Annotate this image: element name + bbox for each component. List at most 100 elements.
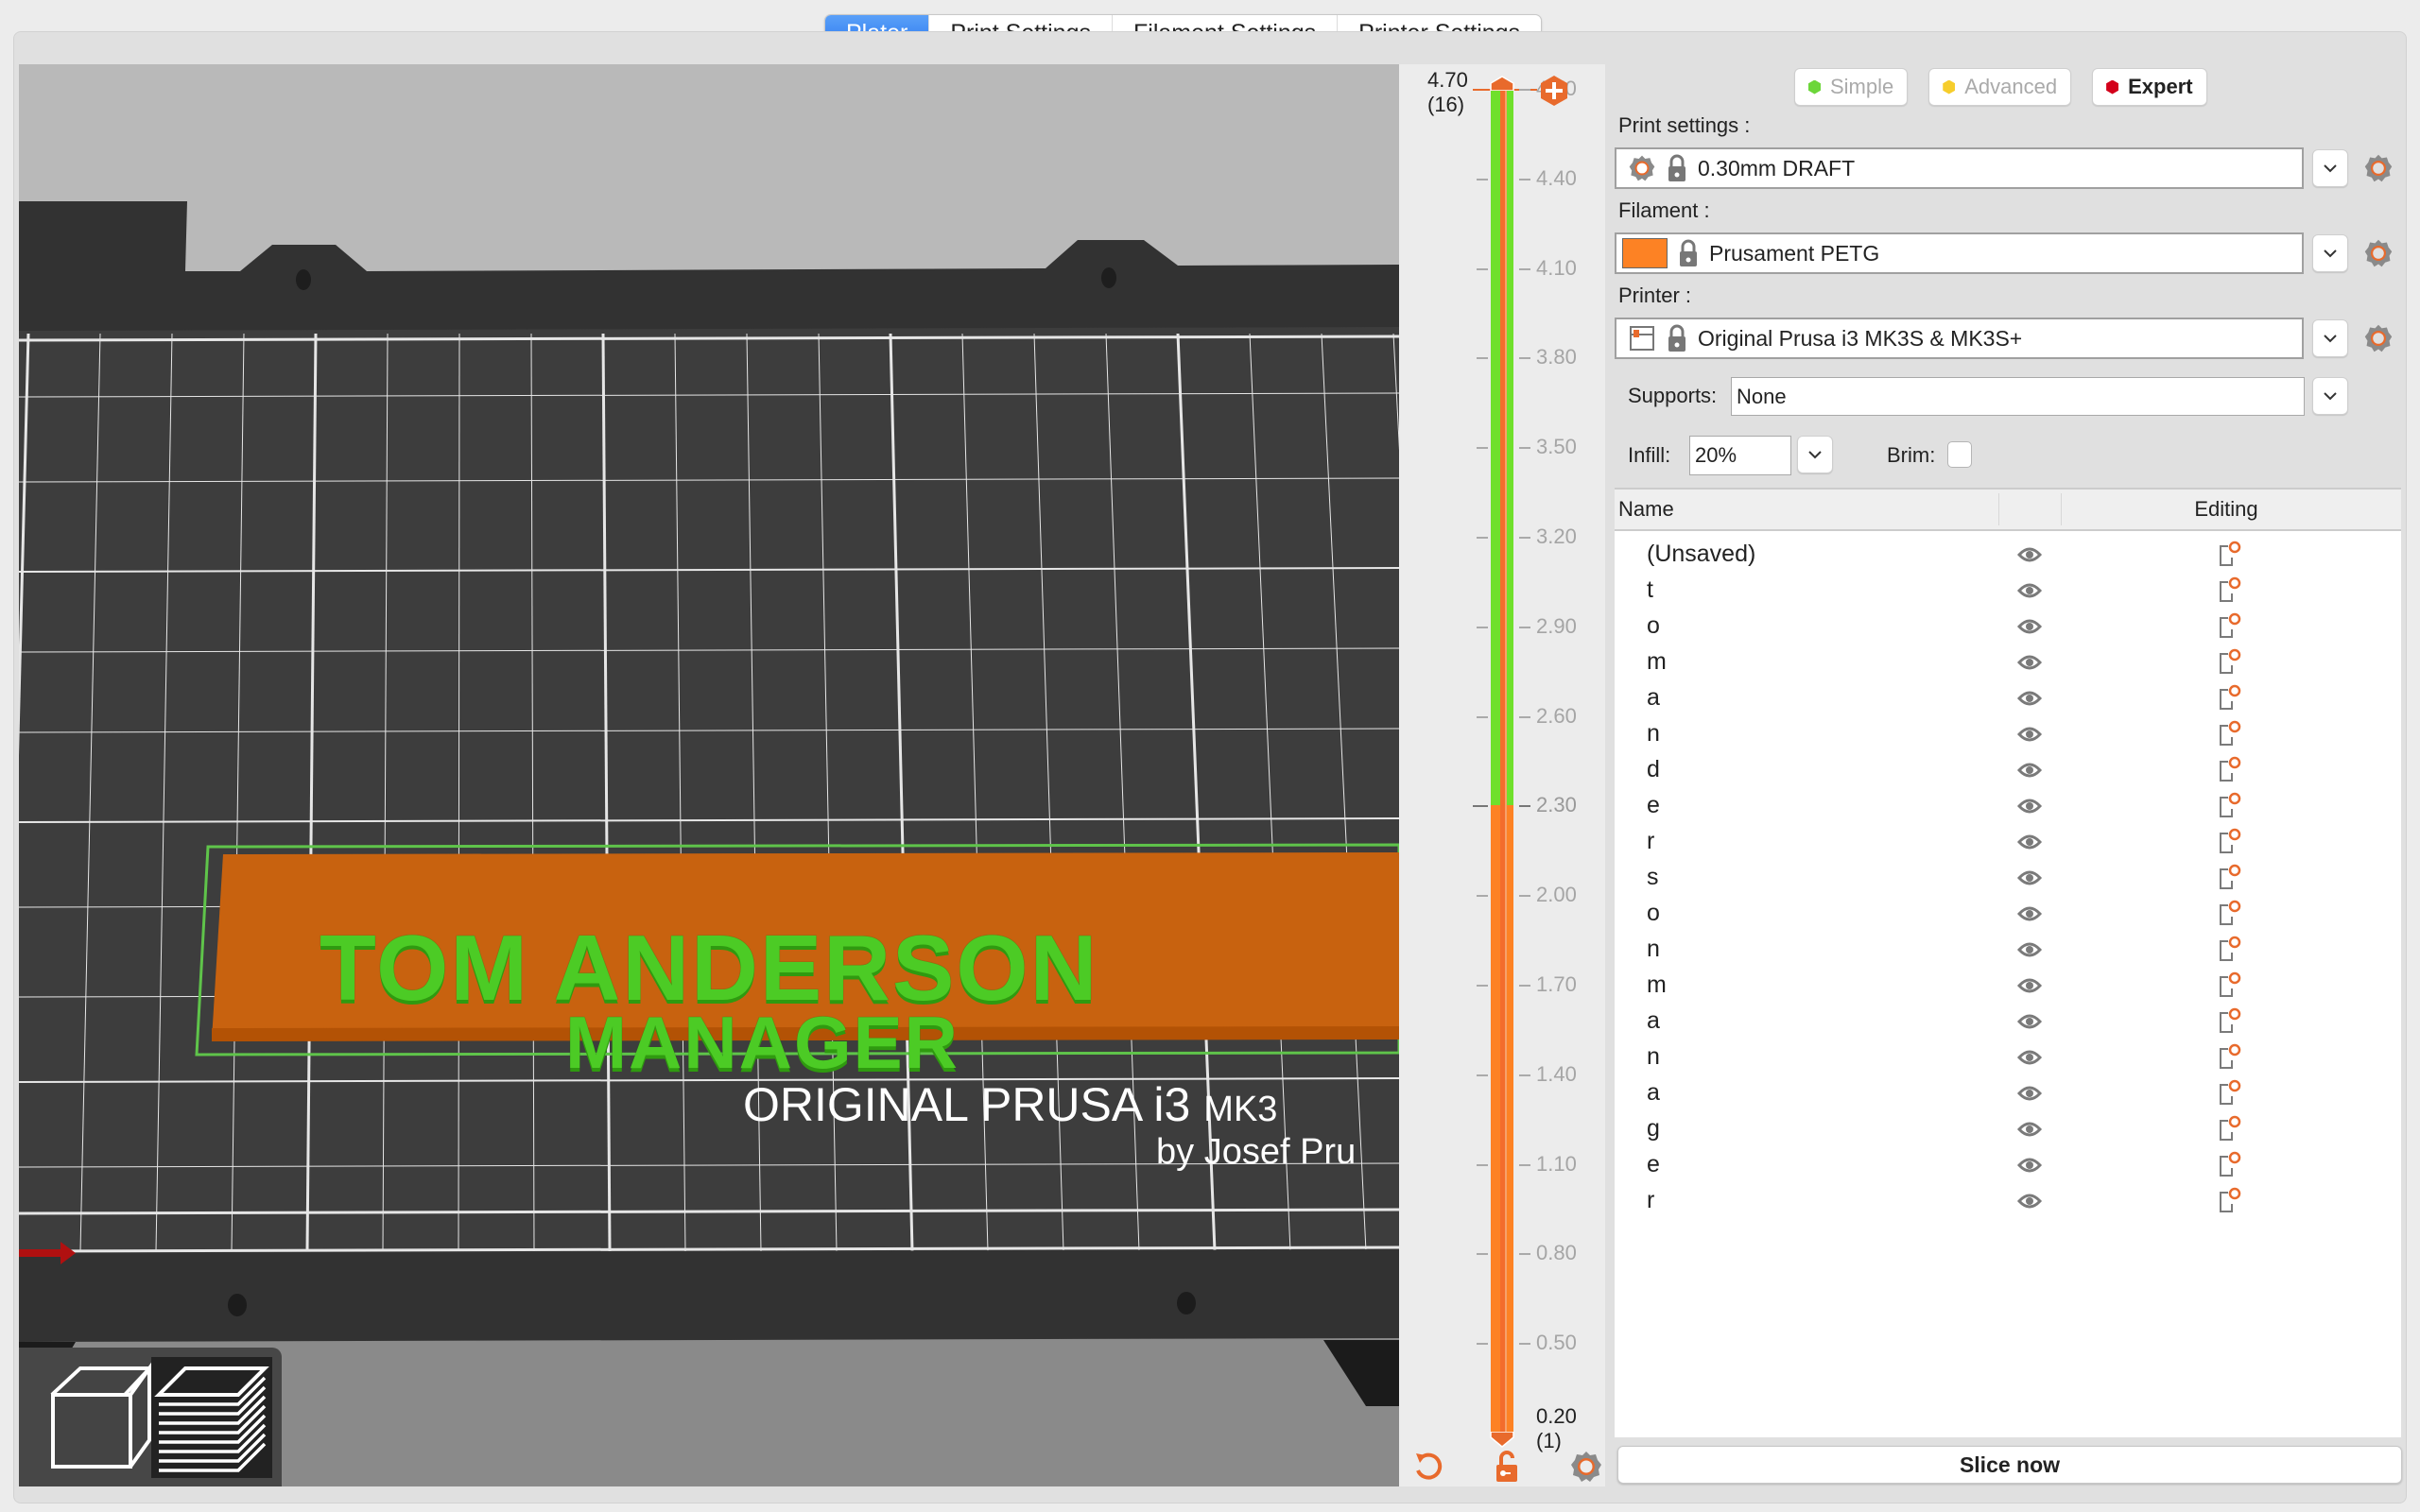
edit-settings-icon[interactable]	[2217, 934, 2243, 962]
slider-tick-right	[1519, 715, 1530, 718]
eye-icon[interactable]	[2017, 650, 2042, 675]
eye-icon[interactable]	[2017, 1153, 2042, 1177]
preview-button[interactable]	[151, 1357, 272, 1478]
bottom-thumb[interactable]	[1489, 1432, 1515, 1451]
part-row[interactable]: s	[1615, 860, 2401, 896]
filament-edit-icon[interactable]	[2363, 238, 2394, 268]
edit-settings-icon[interactable]	[2217, 898, 2243, 926]
brim-checkbox[interactable]	[1947, 441, 1972, 468]
eye-icon[interactable]	[2017, 973, 2042, 998]
add-color-change-icon[interactable]	[1537, 74, 1571, 108]
part-row[interactable]: a	[1615, 1075, 2401, 1111]
eye-icon[interactable]	[2017, 542, 2042, 567]
mode-expert-button[interactable]: Expert	[2092, 68, 2207, 106]
mode-simple-button[interactable]: Simple	[1794, 68, 1909, 106]
part-row[interactable]: e	[1615, 788, 2401, 824]
slice-now-button[interactable]: Slice now	[1617, 1446, 2402, 1484]
edit-settings-icon[interactable]	[2217, 754, 2243, 782]
eye-icon[interactable]	[2017, 578, 2042, 603]
object-name: d	[1647, 756, 1660, 782]
column-header-editing[interactable]: Editing	[2061, 490, 2392, 529]
object-name: (Unsaved)	[1647, 541, 1756, 567]
part-row[interactable]: n	[1615, 1040, 2401, 1075]
eye-icon[interactable]	[2017, 937, 2042, 962]
object-row[interactable]: (Unsaved)	[1615, 537, 2401, 573]
part-row[interactable]: r	[1615, 1183, 2401, 1219]
eye-icon[interactable]	[2017, 794, 2042, 818]
edit-settings-icon[interactable]	[2217, 1149, 2243, 1177]
edit-settings-icon[interactable]	[2217, 575, 2243, 603]
edit-settings-icon[interactable]	[2217, 646, 2243, 675]
edit-settings-icon[interactable]	[2217, 970, 2243, 998]
eye-icon[interactable]	[2017, 866, 2042, 890]
edit-settings-icon[interactable]	[2217, 539, 2243, 567]
eye-icon[interactable]	[2017, 1081, 2042, 1106]
part-row[interactable]: a	[1615, 1004, 2401, 1040]
filament-dropdown[interactable]	[2312, 234, 2348, 272]
chevron-down-icon	[1808, 451, 1822, 459]
eye-icon[interactable]	[2017, 614, 2042, 639]
edit-settings-icon[interactable]	[2217, 610, 2243, 639]
infill-dropdown[interactable]	[1797, 436, 1833, 473]
part-row[interactable]: a	[1615, 680, 2401, 716]
part-row[interactable]: m	[1615, 644, 2401, 680]
slider-tick-left	[1477, 537, 1488, 539]
edit-settings-icon[interactable]	[2217, 1005, 2243, 1034]
edit-settings-icon[interactable]	[2217, 718, 2243, 747]
slider-tick-left	[1477, 1074, 1488, 1076]
infill-input[interactable]: 20%	[1689, 436, 1791, 475]
edit-settings-icon[interactable]	[2217, 862, 2243, 890]
part-row[interactable]: o	[1615, 609, 2401, 644]
layer-slider-track[interactable]	[1491, 85, 1513, 1436]
eye-icon[interactable]	[2017, 902, 2042, 926]
supports-select[interactable]: None	[1731, 377, 2305, 416]
edit-settings-icon[interactable]	[2217, 1113, 2243, 1142]
part-row[interactable]: t	[1615, 573, 2401, 609]
edit-settings-icon[interactable]	[2217, 1185, 2243, 1213]
slider-tick-right	[1519, 805, 1530, 808]
3d-viewport[interactable]: TOM ANDERSON MANAGER ORIGINAL PRUSA i3 MK…	[19, 64, 1399, 1486]
printer-combo[interactable]: Original Prusa i3 MK3S & MK3S+	[1615, 318, 2304, 359]
edit-settings-icon[interactable]	[2217, 682, 2243, 711]
part-row[interactable]: m	[1615, 968, 2401, 1004]
eye-icon[interactable]	[2017, 1117, 2042, 1142]
part-row[interactable]: e	[1615, 1147, 2401, 1183]
bottom-layer-number: (1)	[1536, 1429, 1562, 1452]
part-row[interactable]: n	[1615, 716, 2401, 752]
part-row[interactable]: d	[1615, 752, 2401, 788]
print-settings-label: Print settings :	[1618, 113, 1751, 137]
mode-advanced-button[interactable]: Advanced	[1928, 68, 2072, 106]
edit-settings-icon[interactable]	[2217, 1077, 2243, 1106]
print-settings-edit-icon[interactable]	[2363, 153, 2394, 183]
part-row[interactable]: g	[1615, 1111, 2401, 1147]
eye-icon[interactable]	[2017, 758, 2042, 782]
part-row[interactable]: n	[1615, 932, 2401, 968]
eye-icon[interactable]	[2017, 1009, 2042, 1034]
revert-icon[interactable]	[1410, 1450, 1444, 1484]
column-header-name[interactable]: Name	[1618, 490, 1674, 529]
print-settings-dropdown[interactable]	[2312, 149, 2348, 187]
mode-label: Advanced	[1964, 75, 2058, 98]
printer-edit-icon[interactable]	[2363, 323, 2394, 353]
eye-icon[interactable]	[2017, 830, 2042, 854]
object-name: g	[1647, 1115, 1660, 1142]
object-list[interactable]: Name Editing (Unsaved) t o m a n d e r s o n m a n a g e r	[1615, 488, 2401, 1437]
filament-combo[interactable]: Prusament PETG	[1615, 232, 2304, 274]
eye-icon[interactable]	[2017, 686, 2042, 711]
print-settings-combo[interactable]: 0.30mm DRAFT	[1615, 147, 2304, 189]
cog-icon[interactable]	[1569, 1450, 1603, 1484]
eye-icon[interactable]	[2017, 1189, 2042, 1213]
top-thumb[interactable]	[1489, 76, 1515, 91]
part-row[interactable]: o	[1615, 896, 2401, 932]
supports-dropdown[interactable]	[2312, 377, 2348, 415]
3d-view-button[interactable]	[34, 1357, 155, 1478]
eye-icon[interactable]	[2017, 1045, 2042, 1070]
edit-settings-icon[interactable]	[2217, 790, 2243, 818]
unlock-icon[interactable]	[1490, 1450, 1524, 1484]
eye-icon[interactable]	[2017, 722, 2042, 747]
edit-settings-icon[interactable]	[2217, 826, 2243, 854]
part-row[interactable]: r	[1615, 824, 2401, 860]
filament-color-swatch[interactable]	[1622, 238, 1668, 268]
edit-settings-icon[interactable]	[2217, 1041, 2243, 1070]
printer-dropdown[interactable]	[2312, 319, 2348, 357]
